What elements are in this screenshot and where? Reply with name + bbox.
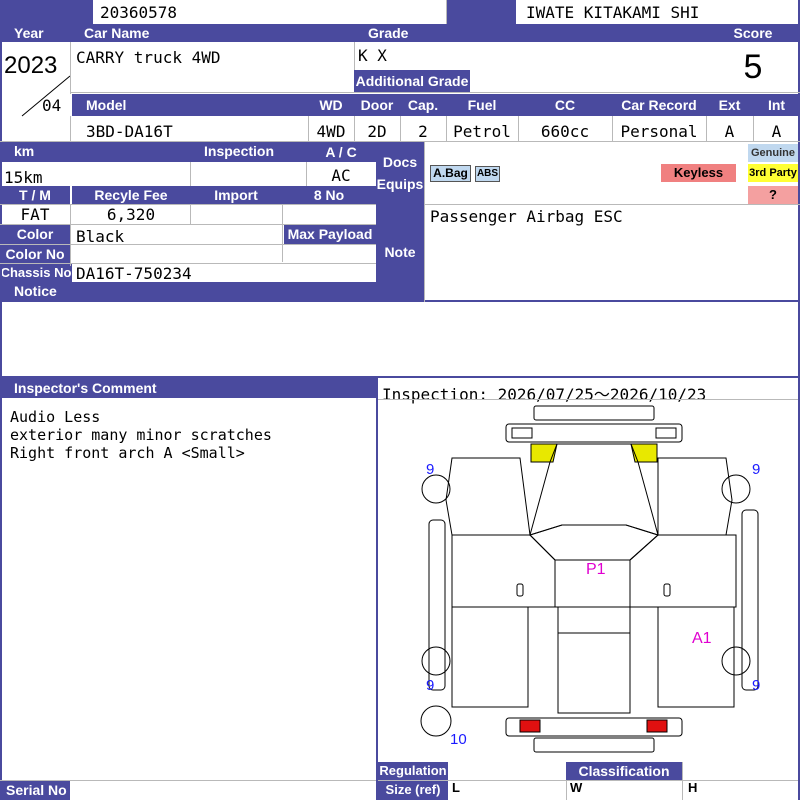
color-label: Color bbox=[0, 224, 70, 244]
score-value: 5 bbox=[743, 48, 763, 86]
genuine-badge: Genuine bbox=[748, 144, 798, 162]
ext-label: Ext bbox=[706, 94, 753, 116]
ac-value: AC bbox=[331, 166, 351, 185]
km-value: 15km bbox=[4, 168, 43, 187]
int-label: Int bbox=[753, 94, 800, 116]
car-name-value: CARRY truck 4WD bbox=[76, 48, 221, 67]
car-damage-diagram bbox=[420, 405, 759, 753]
inspector-comment-label: Inspector's Comment bbox=[0, 378, 376, 398]
grade-value: K X bbox=[358, 46, 387, 65]
damage-mark: 9 bbox=[426, 677, 435, 694]
tail-light-left bbox=[519, 719, 541, 733]
grade-label: Grade bbox=[354, 24, 706, 42]
tail-light-right bbox=[646, 719, 668, 733]
car-record-value: Personal bbox=[620, 122, 698, 141]
cc-label: CC bbox=[518, 94, 612, 116]
area-label bbox=[446, 0, 516, 24]
comment-line: Audio Less bbox=[10, 408, 101, 426]
tm-label: T / M bbox=[0, 186, 70, 204]
year-divider bbox=[21, 75, 71, 117]
inquiry-no-value: 20360578 bbox=[100, 3, 178, 22]
max-payload-label: Max Payload bbox=[284, 224, 376, 244]
recycle-fee-label: Recyle Fee bbox=[72, 186, 190, 204]
regulation-label: Regulation bbox=[378, 762, 448, 780]
door-value: 2D bbox=[367, 122, 387, 141]
score-label: Score bbox=[706, 24, 800, 42]
ac-label: A / C bbox=[306, 142, 376, 162]
classification-label: Classification bbox=[566, 762, 682, 780]
docs-label: Docs bbox=[382, 154, 418, 170]
model-value: 3BD-DA16T bbox=[86, 122, 173, 141]
car-record-label: Car Record bbox=[612, 94, 706, 116]
fuel-label: Fuel bbox=[446, 94, 518, 116]
equips-label: Equips bbox=[376, 176, 424, 192]
year-label: Year bbox=[0, 24, 70, 42]
damage-mark: 9 bbox=[752, 461, 761, 478]
unknown-badge: ? bbox=[748, 186, 798, 204]
size-ref-label: Size (ref) bbox=[378, 780, 448, 800]
notice-label: Notice bbox=[0, 282, 376, 300]
comment-line: exterior many minor scratches bbox=[10, 426, 272, 444]
airbag-equip-badge: A.Bag bbox=[430, 165, 471, 182]
damage-mark: 10 bbox=[450, 731, 467, 748]
keyless-equip-badge: Keyless bbox=[661, 164, 736, 182]
color-no-label: Color No bbox=[0, 244, 70, 264]
area-value: IWATE KITAKAMI SHI bbox=[526, 3, 700, 22]
cap-label: Cap. bbox=[400, 94, 446, 116]
fuel-value: Petrol bbox=[453, 122, 511, 141]
inspection-label: Inspection bbox=[190, 142, 306, 162]
size-l-label: L bbox=[452, 780, 460, 795]
wd-label: WD bbox=[308, 94, 354, 116]
additional-grade-label: Additional Grade bbox=[354, 70, 470, 92]
ext-value: A bbox=[724, 122, 735, 141]
abs-equip-badge: ABS bbox=[475, 166, 500, 182]
wd-value: 4WD bbox=[316, 122, 346, 141]
car-name-label: Car Name bbox=[70, 24, 354, 42]
inspector-comment-text: Audio Less exterior many minor scratches R… bbox=[10, 408, 272, 462]
note-label: Note bbox=[376, 204, 424, 300]
km-label: km bbox=[0, 142, 190, 162]
door-label: Door bbox=[354, 94, 400, 116]
chassis-no-value: DA16T-750234 bbox=[76, 264, 192, 283]
cc-value: 660cc bbox=[540, 122, 590, 141]
model-label: Model bbox=[72, 94, 308, 116]
cap-value: 2 bbox=[418, 122, 428, 141]
serial-no-label: Serial No bbox=[0, 781, 70, 800]
chassis-no-label: Chassis No bbox=[0, 264, 72, 282]
size-h-label: H bbox=[688, 780, 698, 795]
damage-mark: A1 bbox=[692, 630, 712, 647]
size-w-label: W bbox=[570, 780, 583, 795]
import-label: Import bbox=[190, 186, 282, 204]
damage-mark: P1 bbox=[586, 561, 606, 578]
damage-mark: 9 bbox=[752, 677, 761, 694]
eight-no-label: 8 No bbox=[282, 186, 376, 204]
recycle-fee-value: 6,320 bbox=[106, 205, 156, 224]
inquiry-no-label bbox=[0, 0, 93, 24]
third-party-badge: 3rd Party bbox=[748, 164, 798, 182]
docs-equips-label: Docs Equips bbox=[376, 142, 424, 204]
tm-value: FAT bbox=[20, 205, 50, 224]
note-value: Passenger Airbag ESC bbox=[430, 207, 623, 226]
damage-mark: 9 bbox=[426, 461, 435, 478]
int-value: A bbox=[771, 122, 782, 141]
comment-line: Right front arch A <Small> bbox=[10, 444, 245, 462]
